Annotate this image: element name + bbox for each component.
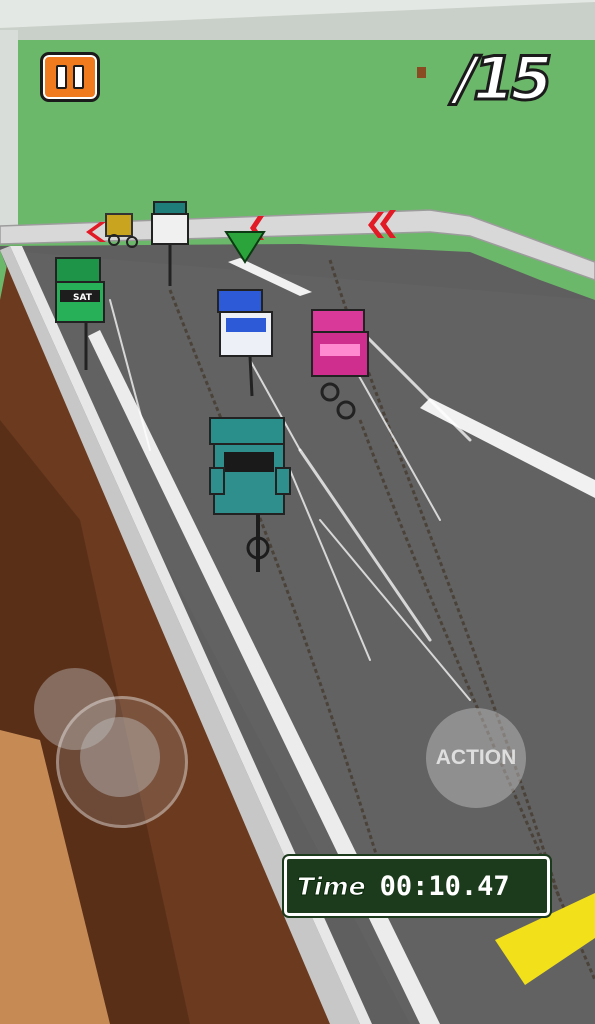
pause-icon-bar xyxy=(73,65,84,89)
action-button[interactable]: ACTION xyxy=(426,708,526,808)
pause-button[interactable] xyxy=(40,52,100,102)
lap-counter-text: /15 xyxy=(453,43,553,116)
left-stand xyxy=(0,30,18,240)
race-timer: Time 00:10.47 xyxy=(284,856,550,916)
green-rider-jersey: SAT xyxy=(73,293,93,303)
action-button-label: ACTION xyxy=(435,746,517,769)
timer-label: Time xyxy=(297,871,367,901)
pause-icon xyxy=(56,65,67,89)
timer-value: 00:10.47 xyxy=(379,870,510,902)
lap-counter: /15 xyxy=(453,43,553,116)
distant-figure xyxy=(417,67,426,78)
joystick-knob[interactable] xyxy=(80,717,160,797)
